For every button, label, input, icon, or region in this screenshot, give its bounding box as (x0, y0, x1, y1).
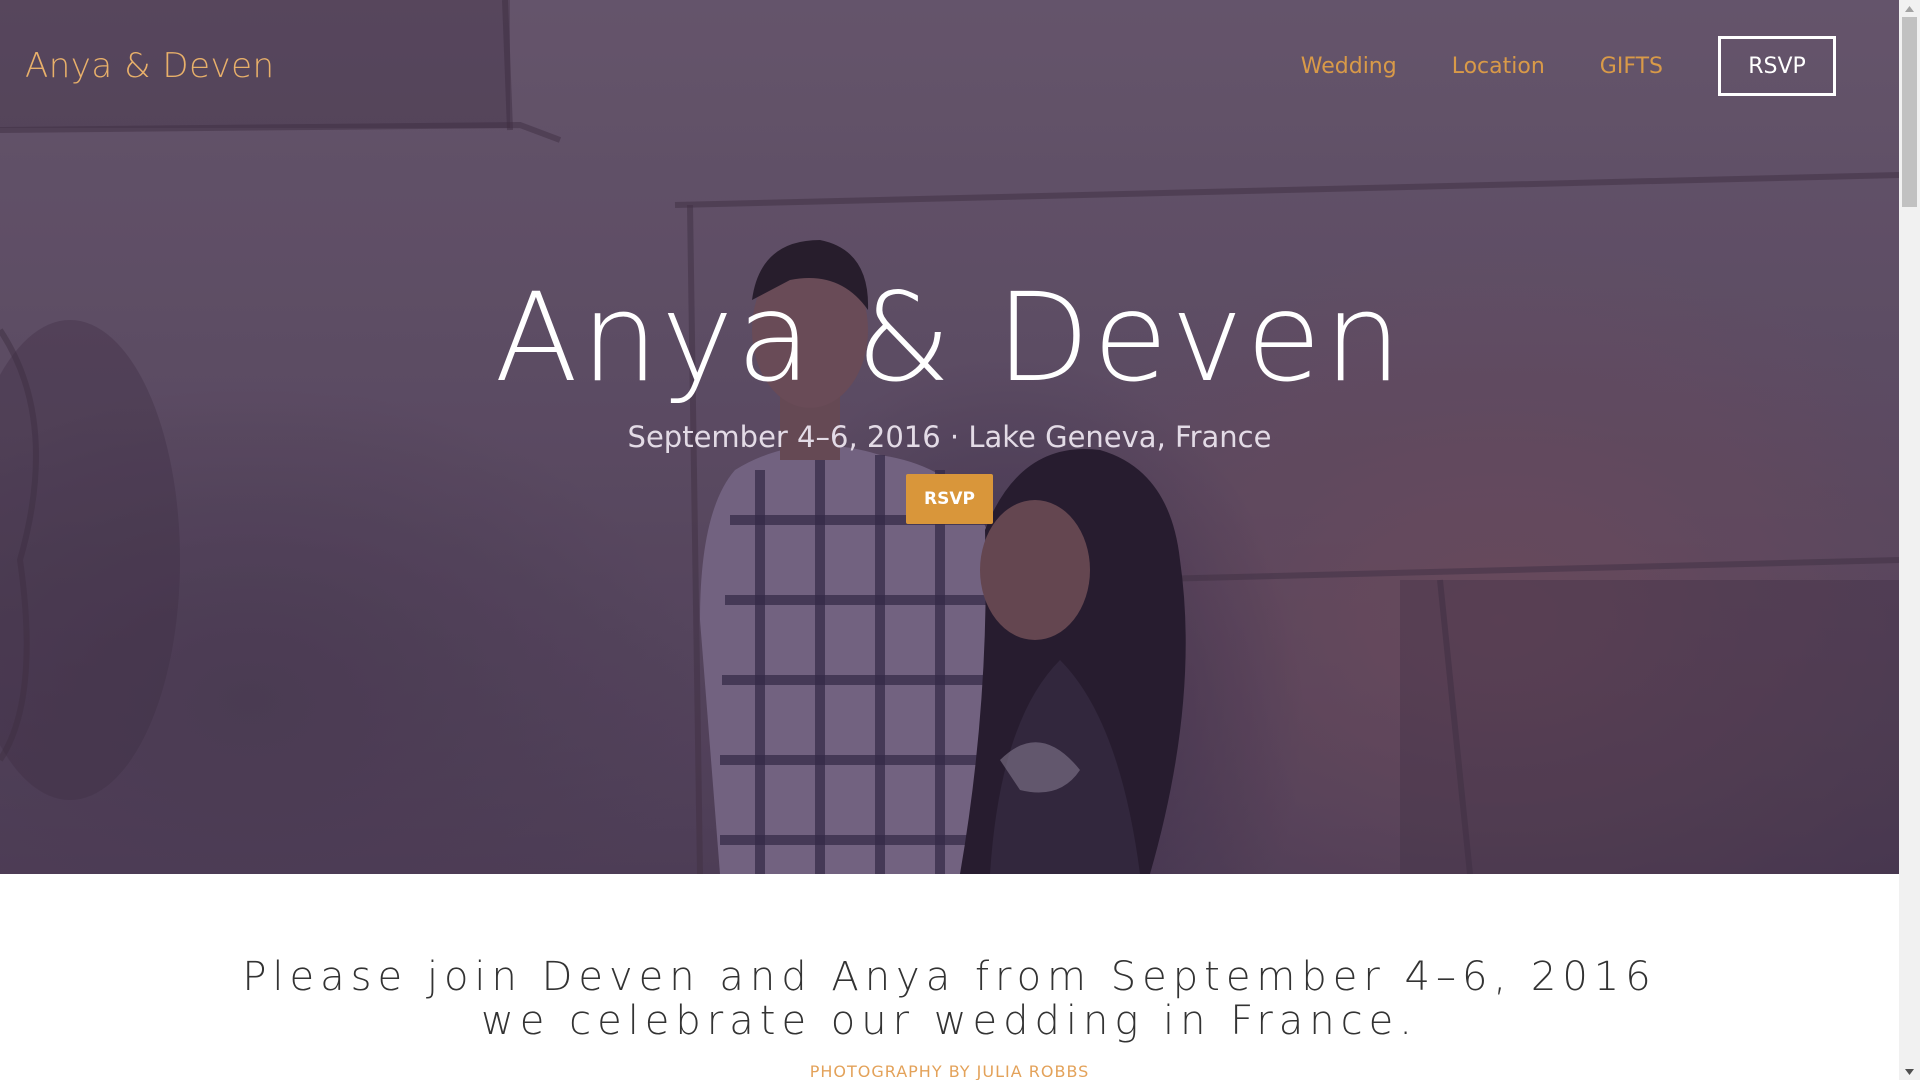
site-logo[interactable]: Anya & Deven (25, 46, 275, 86)
hero-rsvp-button[interactable]: RSVP (906, 474, 993, 524)
nav-link-wedding[interactable]: Wedding (1301, 54, 1397, 79)
scroll-up-arrow-icon[interactable] (1899, 0, 1920, 17)
scroll-down-arrow-icon[interactable] (1899, 1063, 1920, 1080)
photo-credit[interactable]: PHOTOGRAPHY BY JULIA ROBBS (0, 1062, 1899, 1080)
nav-link-location[interactable]: Location (1452, 54, 1545, 79)
hero-subtitle: September 4–6, 2016 · Lake Geneva, Franc… (627, 420, 1272, 454)
intro-text: Please join Deven and Anya from Septembe… (0, 955, 1899, 1043)
vertical-scrollbar[interactable] (1899, 0, 1920, 1080)
scrollbar-thumb[interactable] (1902, 17, 1917, 207)
hero-title: Anya & Deven (494, 267, 1405, 409)
main-nav: Wedding Location GIFTS RSVP (1301, 36, 1836, 96)
intro-line-2: we celebrate our wedding in France. (481, 998, 1418, 1044)
hero-section: Anya & Deven Wedding Location GIFTS RSVP… (0, 0, 1899, 874)
nav-rsvp-button[interactable]: RSVP (1718, 36, 1836, 96)
intro-line-1: Please join Deven and Anya from Septembe… (242, 954, 1657, 1000)
nav-link-gifts[interactable]: GIFTS (1600, 54, 1663, 79)
page: Anya & Deven Wedding Location GIFTS RSVP… (0, 0, 1899, 1080)
